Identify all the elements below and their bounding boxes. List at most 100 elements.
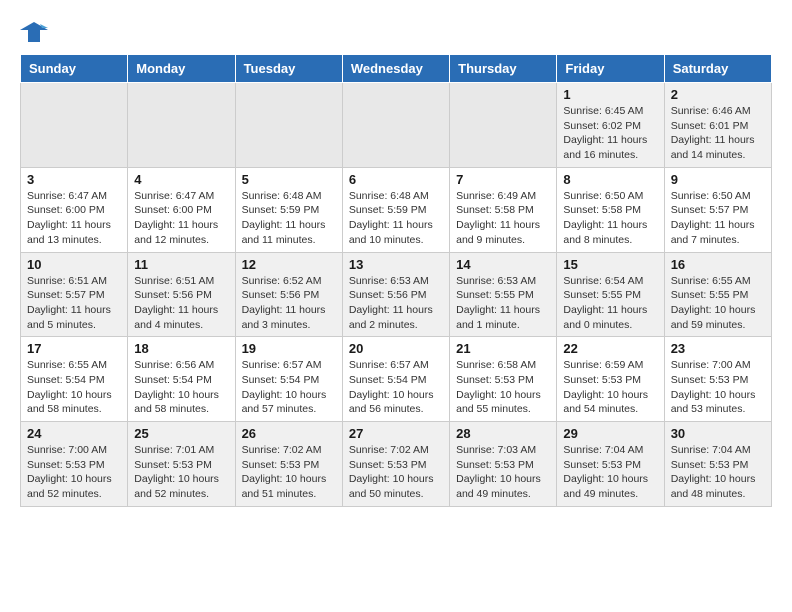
- day-detail: Sunrise: 6:55 AM Sunset: 5:54 PM Dayligh…: [27, 358, 121, 417]
- day-detail: Sunrise: 6:59 AM Sunset: 5:53 PM Dayligh…: [563, 358, 657, 417]
- calendar-cell: 9 Sunrise: 6:50 AM Sunset: 5:57 PM Daylig…: [664, 167, 771, 252]
- weekday-header-tuesday: Tuesday: [235, 55, 342, 83]
- calendar-cell: [342, 83, 449, 168]
- calendar-cell: 26 Sunrise: 7:02 AM Sunset: 5:53 PM Dayli…: [235, 422, 342, 507]
- day-number: 9: [671, 172, 765, 187]
- calendar-cell: 17Sunrise: 6:55 AM Sunset: 5:54 PM Dayli…: [21, 337, 128, 422]
- page-header: [20, 20, 772, 44]
- weekday-header-row: SundayMondayTuesdayWednesdayThursdayFrid…: [21, 55, 772, 83]
- day-number: 21: [456, 341, 550, 356]
- day-detail: Sunrise: 7:02 AM Sunset: 5:53 PM Dayligh…: [242, 443, 336, 502]
- day-number: 26: [242, 426, 336, 441]
- day-detail: Sunrise: 6:51 AM Sunset: 5:56 PM Dayligh…: [134, 274, 228, 333]
- calendar-cell: [235, 83, 342, 168]
- day-number: 7: [456, 172, 550, 187]
- day-number: 25: [134, 426, 228, 441]
- calendar-cell: 3 Sunrise: 6:47 AM Sunset: 6:00 PM Daylig…: [21, 167, 128, 252]
- calendar-cell: 18 Sunrise: 6:56 AM Sunset: 5:54 PM Dayli…: [128, 337, 235, 422]
- day-detail: Sunrise: 6:45 AM Sunset: 6:02 PM Dayligh…: [563, 104, 657, 163]
- day-number: 5: [242, 172, 336, 187]
- weekday-header-thursday: Thursday: [450, 55, 557, 83]
- calendar-cell: 2 Sunrise: 6:46 AM Sunset: 6:01 PM Daylig…: [664, 83, 771, 168]
- day-number: 18: [134, 341, 228, 356]
- day-detail: Sunrise: 7:00 AM Sunset: 5:53 PM Dayligh…: [671, 358, 765, 417]
- day-number: 11: [134, 257, 228, 272]
- day-number: 22: [563, 341, 657, 356]
- day-number: 15: [563, 257, 657, 272]
- day-detail: Sunrise: 7:02 AM Sunset: 5:53 PM Dayligh…: [349, 443, 443, 502]
- day-detail: Sunrise: 6:57 AM Sunset: 5:54 PM Dayligh…: [349, 358, 443, 417]
- day-number: 13: [349, 257, 443, 272]
- day-number: 29: [563, 426, 657, 441]
- calendar-cell: 27 Sunrise: 7:02 AM Sunset: 5:53 PM Dayli…: [342, 422, 449, 507]
- calendar-cell: 16 Sunrise: 6:55 AM Sunset: 5:55 PM Dayli…: [664, 252, 771, 337]
- day-number: 19: [242, 341, 336, 356]
- weekday-header-sunday: Sunday: [21, 55, 128, 83]
- day-detail: Sunrise: 6:55 AM Sunset: 5:55 PM Dayligh…: [671, 274, 765, 333]
- calendar-cell: 7 Sunrise: 6:49 AM Sunset: 5:58 PM Daylig…: [450, 167, 557, 252]
- weekday-header-wednesday: Wednesday: [342, 55, 449, 83]
- calendar-cell: 8Sunrise: 6:50 AM Sunset: 5:58 PM Daylig…: [557, 167, 664, 252]
- calendar-cell: 23 Sunrise: 7:00 AM Sunset: 5:53 PM Dayli…: [664, 337, 771, 422]
- day-detail: Sunrise: 7:03 AM Sunset: 5:53 PM Dayligh…: [456, 443, 550, 502]
- calendar-cell: 19 Sunrise: 6:57 AM Sunset: 5:54 PM Dayli…: [235, 337, 342, 422]
- day-detail: Sunrise: 6:52 AM Sunset: 5:56 PM Dayligh…: [242, 274, 336, 333]
- calendar-cell: 13 Sunrise: 6:53 AM Sunset: 5:56 PM Dayli…: [342, 252, 449, 337]
- calendar-cell: 21 Sunrise: 6:58 AM Sunset: 5:53 PM Dayli…: [450, 337, 557, 422]
- day-number: 14: [456, 257, 550, 272]
- calendar-cell: 29 Sunrise: 7:04 AM Sunset: 5:53 PM Dayli…: [557, 422, 664, 507]
- day-detail: Sunrise: 6:56 AM Sunset: 5:54 PM Dayligh…: [134, 358, 228, 417]
- day-detail: Sunrise: 7:00 AM Sunset: 5:53 PM Dayligh…: [27, 443, 121, 502]
- day-detail: Sunrise: 6:58 AM Sunset: 5:53 PM Dayligh…: [456, 358, 550, 417]
- day-number: 6: [349, 172, 443, 187]
- day-number: 4: [134, 172, 228, 187]
- calendar-cell: [21, 83, 128, 168]
- calendar-cell: 25 Sunrise: 7:01 AM Sunset: 5:53 PM Dayli…: [128, 422, 235, 507]
- calendar-cell: 4 Sunrise: 6:47 AM Sunset: 6:00 PM Daylig…: [128, 167, 235, 252]
- calendar-week-row: 17Sunrise: 6:55 AM Sunset: 5:54 PM Dayli…: [21, 337, 772, 422]
- day-detail: Sunrise: 6:48 AM Sunset: 5:59 PM Dayligh…: [349, 189, 443, 248]
- day-detail: Sunrise: 6:57 AM Sunset: 5:54 PM Dayligh…: [242, 358, 336, 417]
- day-detail: Sunrise: 7:01 AM Sunset: 5:53 PM Dayligh…: [134, 443, 228, 502]
- day-number: 23: [671, 341, 765, 356]
- calendar-week-row: 24 Sunrise: 7:00 AM Sunset: 5:53 PM Dayli…: [21, 422, 772, 507]
- weekday-header-saturday: Saturday: [664, 55, 771, 83]
- day-detail: Sunrise: 6:51 AM Sunset: 5:57 PM Dayligh…: [27, 274, 121, 333]
- day-number: 16: [671, 257, 765, 272]
- weekday-header-monday: Monday: [128, 55, 235, 83]
- day-detail: Sunrise: 6:53 AM Sunset: 5:55 PM Dayligh…: [456, 274, 550, 333]
- day-detail: Sunrise: 7:04 AM Sunset: 5:53 PM Dayligh…: [563, 443, 657, 502]
- day-number: 2: [671, 87, 765, 102]
- day-detail: Sunrise: 7:04 AM Sunset: 5:53 PM Dayligh…: [671, 443, 765, 502]
- calendar-cell: 20Sunrise: 6:57 AM Sunset: 5:54 PM Dayli…: [342, 337, 449, 422]
- calendar-cell: 28Sunrise: 7:03 AM Sunset: 5:53 PM Dayli…: [450, 422, 557, 507]
- weekday-header-friday: Friday: [557, 55, 664, 83]
- calendar-cell: 24 Sunrise: 7:00 AM Sunset: 5:53 PM Dayli…: [21, 422, 128, 507]
- calendar-cell: 10Sunrise: 6:51 AM Sunset: 5:57 PM Dayli…: [21, 252, 128, 337]
- logo-bird-icon: [20, 20, 48, 44]
- calendar-table: SundayMondayTuesdayWednesdayThursdayFrid…: [20, 54, 772, 507]
- day-number: 30: [671, 426, 765, 441]
- calendar-week-row: 10Sunrise: 6:51 AM Sunset: 5:57 PM Dayli…: [21, 252, 772, 337]
- day-number: 8: [563, 172, 657, 187]
- calendar-cell: [450, 83, 557, 168]
- calendar-cell: 14 Sunrise: 6:53 AM Sunset: 5:55 PM Dayli…: [450, 252, 557, 337]
- day-detail: Sunrise: 6:49 AM Sunset: 5:58 PM Dayligh…: [456, 189, 550, 248]
- day-number: 27: [349, 426, 443, 441]
- calendar-week-row: 3 Sunrise: 6:47 AM Sunset: 6:00 PM Daylig…: [21, 167, 772, 252]
- calendar-cell: 15Sunrise: 6:54 AM Sunset: 5:55 PM Dayli…: [557, 252, 664, 337]
- day-detail: Sunrise: 6:48 AM Sunset: 5:59 PM Dayligh…: [242, 189, 336, 248]
- day-detail: Sunrise: 6:47 AM Sunset: 6:00 PM Dayligh…: [134, 189, 228, 248]
- calendar-cell: [128, 83, 235, 168]
- calendar-cell: 22 Sunrise: 6:59 AM Sunset: 5:53 PM Dayli…: [557, 337, 664, 422]
- calendar-cell: 1Sunrise: 6:45 AM Sunset: 6:02 PM Daylig…: [557, 83, 664, 168]
- day-detail: Sunrise: 6:53 AM Sunset: 5:56 PM Dayligh…: [349, 274, 443, 333]
- day-detail: Sunrise: 6:47 AM Sunset: 6:00 PM Dayligh…: [27, 189, 121, 248]
- day-detail: Sunrise: 6:50 AM Sunset: 5:57 PM Dayligh…: [671, 189, 765, 248]
- calendar-cell: 6 Sunrise: 6:48 AM Sunset: 5:59 PM Daylig…: [342, 167, 449, 252]
- day-number: 3: [27, 172, 121, 187]
- logo: [20, 20, 50, 44]
- day-number: 24: [27, 426, 121, 441]
- day-detail: Sunrise: 6:46 AM Sunset: 6:01 PM Dayligh…: [671, 104, 765, 163]
- day-number: 12: [242, 257, 336, 272]
